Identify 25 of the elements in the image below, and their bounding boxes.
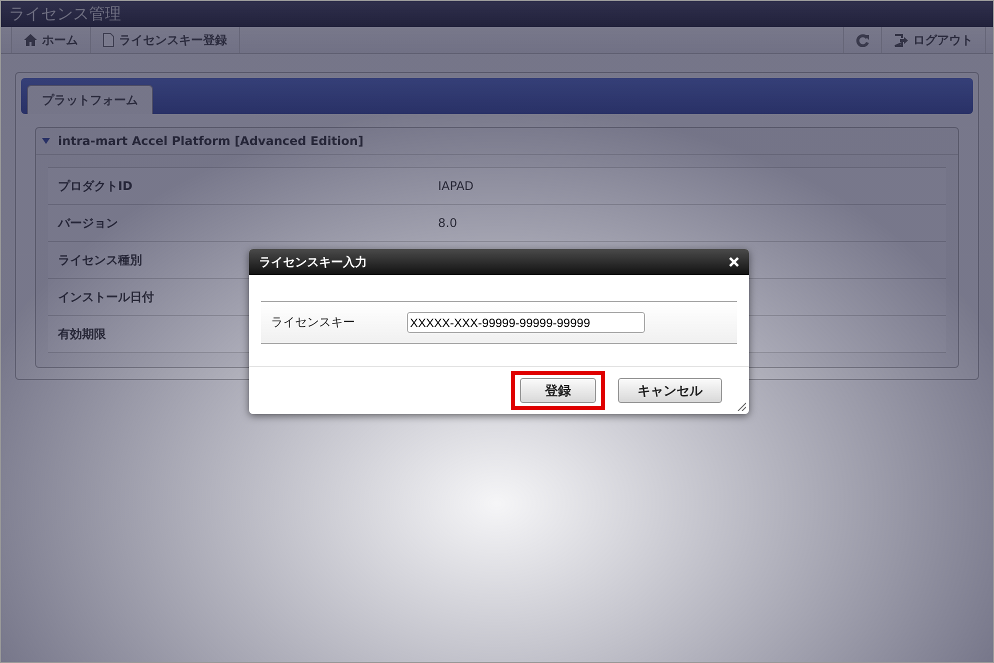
close-icon[interactable] (729, 257, 739, 267)
row-label: バージョン (58, 214, 118, 232)
toolbar-button[interactable]: ログアウト (881, 27, 986, 53)
row-label: プロダクトID (58, 178, 132, 194)
row-value: 8.0 (438, 216, 458, 230)
tab[interactable]: プラットフォーム (27, 85, 153, 114)
section-title: intra-mart Accel Platform [Advanced Edition] (58, 134, 364, 148)
logout-icon (894, 34, 908, 46)
field-label: ライセンスキー (271, 314, 355, 331)
row-label: ライセンス種別 (58, 252, 142, 268)
expand-caret-icon[interactable] (42, 138, 50, 144)
dialog-button[interactable]: 登録 (520, 378, 596, 403)
row-label: 有効期限 (58, 326, 106, 342)
refresh-icon (856, 34, 869, 46)
dialog-button[interactable]: キャンセル (618, 378, 722, 403)
window-title: ライセンス管理 (9, 4, 121, 24)
toolbar-button[interactable]: ホーム (11, 27, 91, 53)
toolbar-button[interactable]: ライセンスキー登録 (90, 27, 240, 53)
home-icon (24, 34, 37, 46)
resize-grip-icon[interactable] (736, 401, 746, 411)
license-key-field[interactable]: XXXXX-XXX-99999-99999-99999 (407, 312, 645, 333)
dialog-title: ライセンスキー入力 (259, 254, 367, 270)
row-label: インストール日付 (58, 288, 154, 306)
document-icon (103, 33, 114, 47)
row-value: IAPAD (438, 179, 474, 193)
